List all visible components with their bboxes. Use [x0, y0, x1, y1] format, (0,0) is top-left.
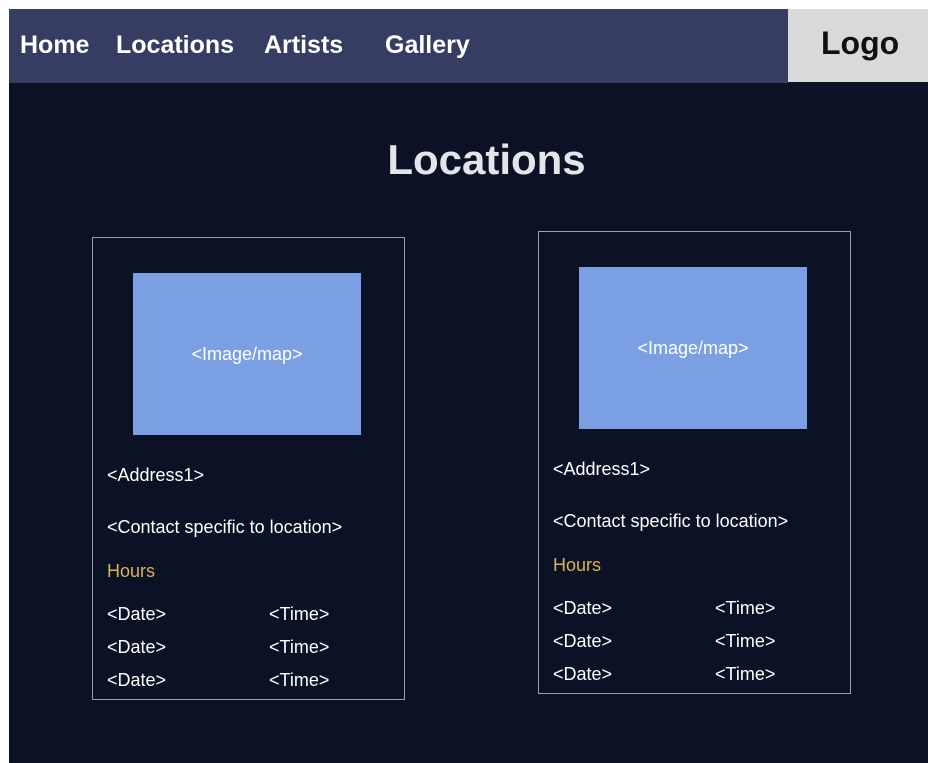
hours-row: <Date> <Time>: [553, 662, 833, 686]
nav-artists-link[interactable]: Artists: [264, 29, 343, 61]
image-placeholder-label: <Image/map>: [191, 344, 303, 364]
location-contact: <Contact specific to location>: [107, 517, 343, 537]
hours-date: <Date>: [553, 664, 613, 684]
hours-time: <Time>: [715, 631, 776, 651]
page-title: Locations: [387, 136, 586, 183]
hours-row: <Date> <Time>: [107, 668, 387, 692]
hours-row: <Date> <Time>: [553, 596, 833, 620]
image-placeholder-label: <Image/map>: [637, 338, 749, 358]
hours-date: <Date>: [107, 670, 167, 690]
nav-home-link[interactable]: Home: [20, 29, 89, 61]
logo-placeholder[interactable]: Logo: [788, 9, 928, 82]
top-navigation-bar: Home Locations Artists Gallery: [9, 9, 788, 83]
location-address: <Address1>: [553, 459, 651, 479]
location-card: <Image/map> <Address1> <Contact specific…: [92, 237, 405, 700]
location-contact: <Contact specific to location>: [553, 511, 789, 531]
hours-heading: Hours: [107, 561, 156, 581]
hours-date: <Date>: [107, 637, 167, 657]
location-card: <Image/map> <Address1> <Contact specific…: [538, 231, 851, 694]
location-image-map-placeholder: <Image/map>: [133, 273, 361, 435]
hours-time: <Time>: [715, 664, 776, 684]
location-image-map-placeholder: <Image/map>: [579, 267, 807, 429]
location-address: <Address1>: [107, 465, 205, 485]
nav-gallery-link[interactable]: Gallery: [385, 29, 470, 61]
logo-text: Logo: [821, 25, 900, 61]
hours-date: <Date>: [107, 604, 167, 624]
nav-locations-link[interactable]: Locations: [116, 29, 234, 61]
hours-heading: Hours: [553, 555, 602, 575]
hours-date: <Date>: [553, 598, 613, 618]
hours-time: <Time>: [269, 604, 330, 624]
hours-date: <Date>: [553, 631, 613, 651]
page-frame: Home Locations Artists Gallery Logo Loca…: [9, 9, 928, 763]
hours-time: <Time>: [269, 637, 330, 657]
hours-row: <Date> <Time>: [553, 629, 833, 653]
hours-time: <Time>: [715, 598, 776, 618]
hours-row: <Date> <Time>: [107, 602, 387, 626]
hours-row: <Date> <Time>: [107, 635, 387, 659]
hours-time: <Time>: [269, 670, 330, 690]
